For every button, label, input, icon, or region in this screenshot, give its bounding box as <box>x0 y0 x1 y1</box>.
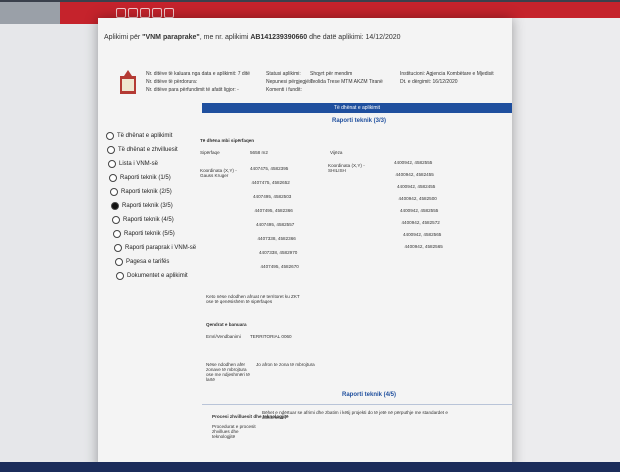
nav-radio-item[interactable]: Raporti teknik (2/5) <box>110 188 172 196</box>
toolbar-icon[interactable] <box>164 8 174 18</box>
coordinate-value: 4407495, 4582366 <box>254 208 293 213</box>
footer-text: Bëhet e ndërtuar se afrimi dhe zbatim i … <box>262 410 448 420</box>
radio-icon[interactable] <box>113 230 121 238</box>
coordinate-value: 4400942, 4582455 <box>395 172 434 177</box>
radio-icon[interactable] <box>108 160 116 168</box>
left-background <box>0 24 98 472</box>
summary-left-line: Nr. ditëve para përfundimit të afatit li… <box>146 87 239 93</box>
right-label: Koordinata (X,Y) - SHILISH <box>328 163 365 173</box>
nav-radio-label: Pagesa e tarifës <box>126 259 170 265</box>
coordinate-value: 4407495, 4582670 <box>260 264 299 269</box>
nav-radio-item[interactable]: Pagesa e tarifës <box>115 258 169 266</box>
nav-radio-label: Dokumentet e aplikimit <box>127 273 188 279</box>
radio-icon[interactable] <box>111 202 119 210</box>
title-prefix: Aplikimi për <box>104 34 141 41</box>
nav-radio-label: Lista i VNM-së <box>119 161 159 167</box>
row-value: 5658 m2 <box>250 150 268 155</box>
coordinate-value: 4400942, 4582565 <box>404 244 443 249</box>
nav-radio-label: Raporti teknik (4/5) <box>123 217 174 223</box>
summary-right-line: Institucioni: Agjencia Kombëtare e Mjedi… <box>400 71 494 77</box>
section-heading: Të dhëna mbi sipërfaqen <box>200 138 255 143</box>
nav-radio-item[interactable]: Dokumentet e aplikimit <box>116 272 188 280</box>
row-label: Koordinata (X,Y) - Gauss Kruger <box>200 168 237 178</box>
nav-radio-item[interactable]: Lista i VNM-së <box>108 160 158 168</box>
radio-icon[interactable] <box>116 272 124 280</box>
radio-icon[interactable] <box>109 174 117 182</box>
title-bold: "VNM paraprake" <box>142 34 200 41</box>
nav-radio-item[interactable]: Të dhënat e aplikimit <box>106 132 172 140</box>
nav-radio-label: Raporti teknik (1/5) <box>120 175 171 181</box>
coordinate-value: 4400942, 4582500 <box>398 196 437 201</box>
coordinate-value: 4407495, 4582557 <box>256 222 295 227</box>
summary-right-line: Dt. e dërgimit: 16/12/2020 <box>400 79 458 85</box>
nav-radio-label: Raporti teknik (3/5) <box>122 203 173 209</box>
radio-icon[interactable] <box>112 216 120 224</box>
radio-icon[interactable] <box>115 258 123 266</box>
report-header: Raporti teknik (3/3) <box>332 118 387 124</box>
divider <box>202 404 512 405</box>
coordinate-value: 4400942, 4582555 <box>394 160 433 165</box>
nav-radio-label: Raporti teknik (5/5) <box>124 231 175 237</box>
radio-icon[interactable] <box>106 132 114 140</box>
coordinate-value: 4407475, 4582652 <box>251 180 290 185</box>
coordinate-value: 4400942, 4582555 <box>400 208 439 213</box>
section-bar: Të dhënat e aplikimit <box>202 103 512 113</box>
near-label: Emri/Vendbanimi <box>206 334 241 339</box>
coordinate-value: 4407338, 4582366 <box>257 236 296 241</box>
summary-mid-value: Teolida Trese MTM AKZM Tiranë <box>310 79 383 85</box>
taskbar <box>0 462 620 472</box>
footer-text: Procedurat e procesit zhvillues dhe tekn… <box>212 424 256 439</box>
toolbar-icon[interactable] <box>152 8 162 18</box>
summary-mid-label: Nepunesi përgjegjës: <box>266 79 313 85</box>
far-value: Jo afron te zona të mbrojtura <box>256 362 315 367</box>
report-header-2: Raporti teknik (4/5) <box>342 392 397 398</box>
coordinate-value: 4400942, 4582455 <box>397 184 436 189</box>
nav-radio-item[interactable]: Raporti teknik (1/5) <box>109 174 171 182</box>
nav-radio-label: Të dhënat e aplikimit <box>117 133 173 139</box>
note: Keto nëse ndodhen afruat në territoret k… <box>206 294 300 304</box>
row-label: Sipërfaqe <box>200 150 220 155</box>
crest-icon <box>120 70 136 94</box>
page-title: Aplikimi për "VNM paraprake", me nr. apl… <box>104 34 401 41</box>
summary-left-line: Nr. ditëve të përdorura: <box>146 79 198 85</box>
radio-icon[interactable] <box>107 146 115 154</box>
summary-left-line: Nr. ditëve të kaluara nga data e aplikim… <box>146 71 250 77</box>
nav-radio-label: Raporti paraprak i VNM-së <box>125 245 197 251</box>
summary-mid-labels: Statusi aplikimi: Nepunesi përgjegjës: K… <box>266 70 313 94</box>
nav-radio-item[interactable]: Raporti teknik (5/5) <box>113 230 175 238</box>
toolbar-icon[interactable] <box>140 8 150 18</box>
nav-radio-item[interactable]: Raporti teknik (3/5) <box>111 202 173 210</box>
nav-radio-item[interactable]: Raporti teknik (4/5) <box>112 216 174 224</box>
title-suffix: dhe datë aplikimi: 14/12/2020 <box>309 34 401 41</box>
summary-mid-value: Shqyrt për mendim <box>310 71 353 77</box>
nav-radio-label: Të dhënat e zhvilluesit <box>118 147 178 153</box>
summary-mid-label: Komenti i fundit: <box>266 87 302 93</box>
right-heading: Vijëza <box>330 150 343 155</box>
summary-mid-label: Statusi aplikimi: <box>266 71 301 77</box>
far-label: Nëse ndodhen afër zonave të mbrojtura os… <box>206 362 250 382</box>
nav-radio-item[interactable]: Të dhënat e zhvilluesit <box>107 146 178 154</box>
top-strip <box>0 2 60 24</box>
monitor-screen: Aplikimi për "VNM paraprake", me nr. apl… <box>0 0 620 472</box>
nav-radio-label: Raporti teknik (2/5) <box>121 189 172 195</box>
summary-right: Institucioni: Agjencia Kombëtare e Mjedi… <box>400 70 494 86</box>
radio-icon[interactable] <box>114 244 122 252</box>
near-value: TERRITORIAL 0060 <box>250 334 292 339</box>
coordinate-value: 4407495, 4582503 <box>253 194 292 199</box>
toolbar-icon[interactable] <box>116 8 126 18</box>
coordinate-value: 4407338, 4582970 <box>259 250 298 255</box>
title-number: AB141239390660 <box>250 34 308 41</box>
title-mid: , me nr. aplikimi <box>199 34 249 41</box>
nav-radio-item[interactable]: Raporti paraprak i VNM-së <box>114 244 196 252</box>
coordinate-value: 4400942, 4582565 <box>403 232 442 237</box>
radio-icon[interactable] <box>110 188 118 196</box>
summary-mid-values: Shqyrt për mendim Teolida Trese MTM AKZM… <box>310 70 383 86</box>
toolbar-icon[interactable] <box>128 8 138 18</box>
coordinate-value: 4407475, 4582395 <box>250 166 289 171</box>
coordinate-value: 4400942, 4582572 <box>401 220 440 225</box>
summary-left: Nr. ditëve të kaluara nga data e aplikim… <box>146 70 250 94</box>
group-heading: Qendrat e banuara <box>206 322 247 327</box>
right-background <box>512 18 620 472</box>
